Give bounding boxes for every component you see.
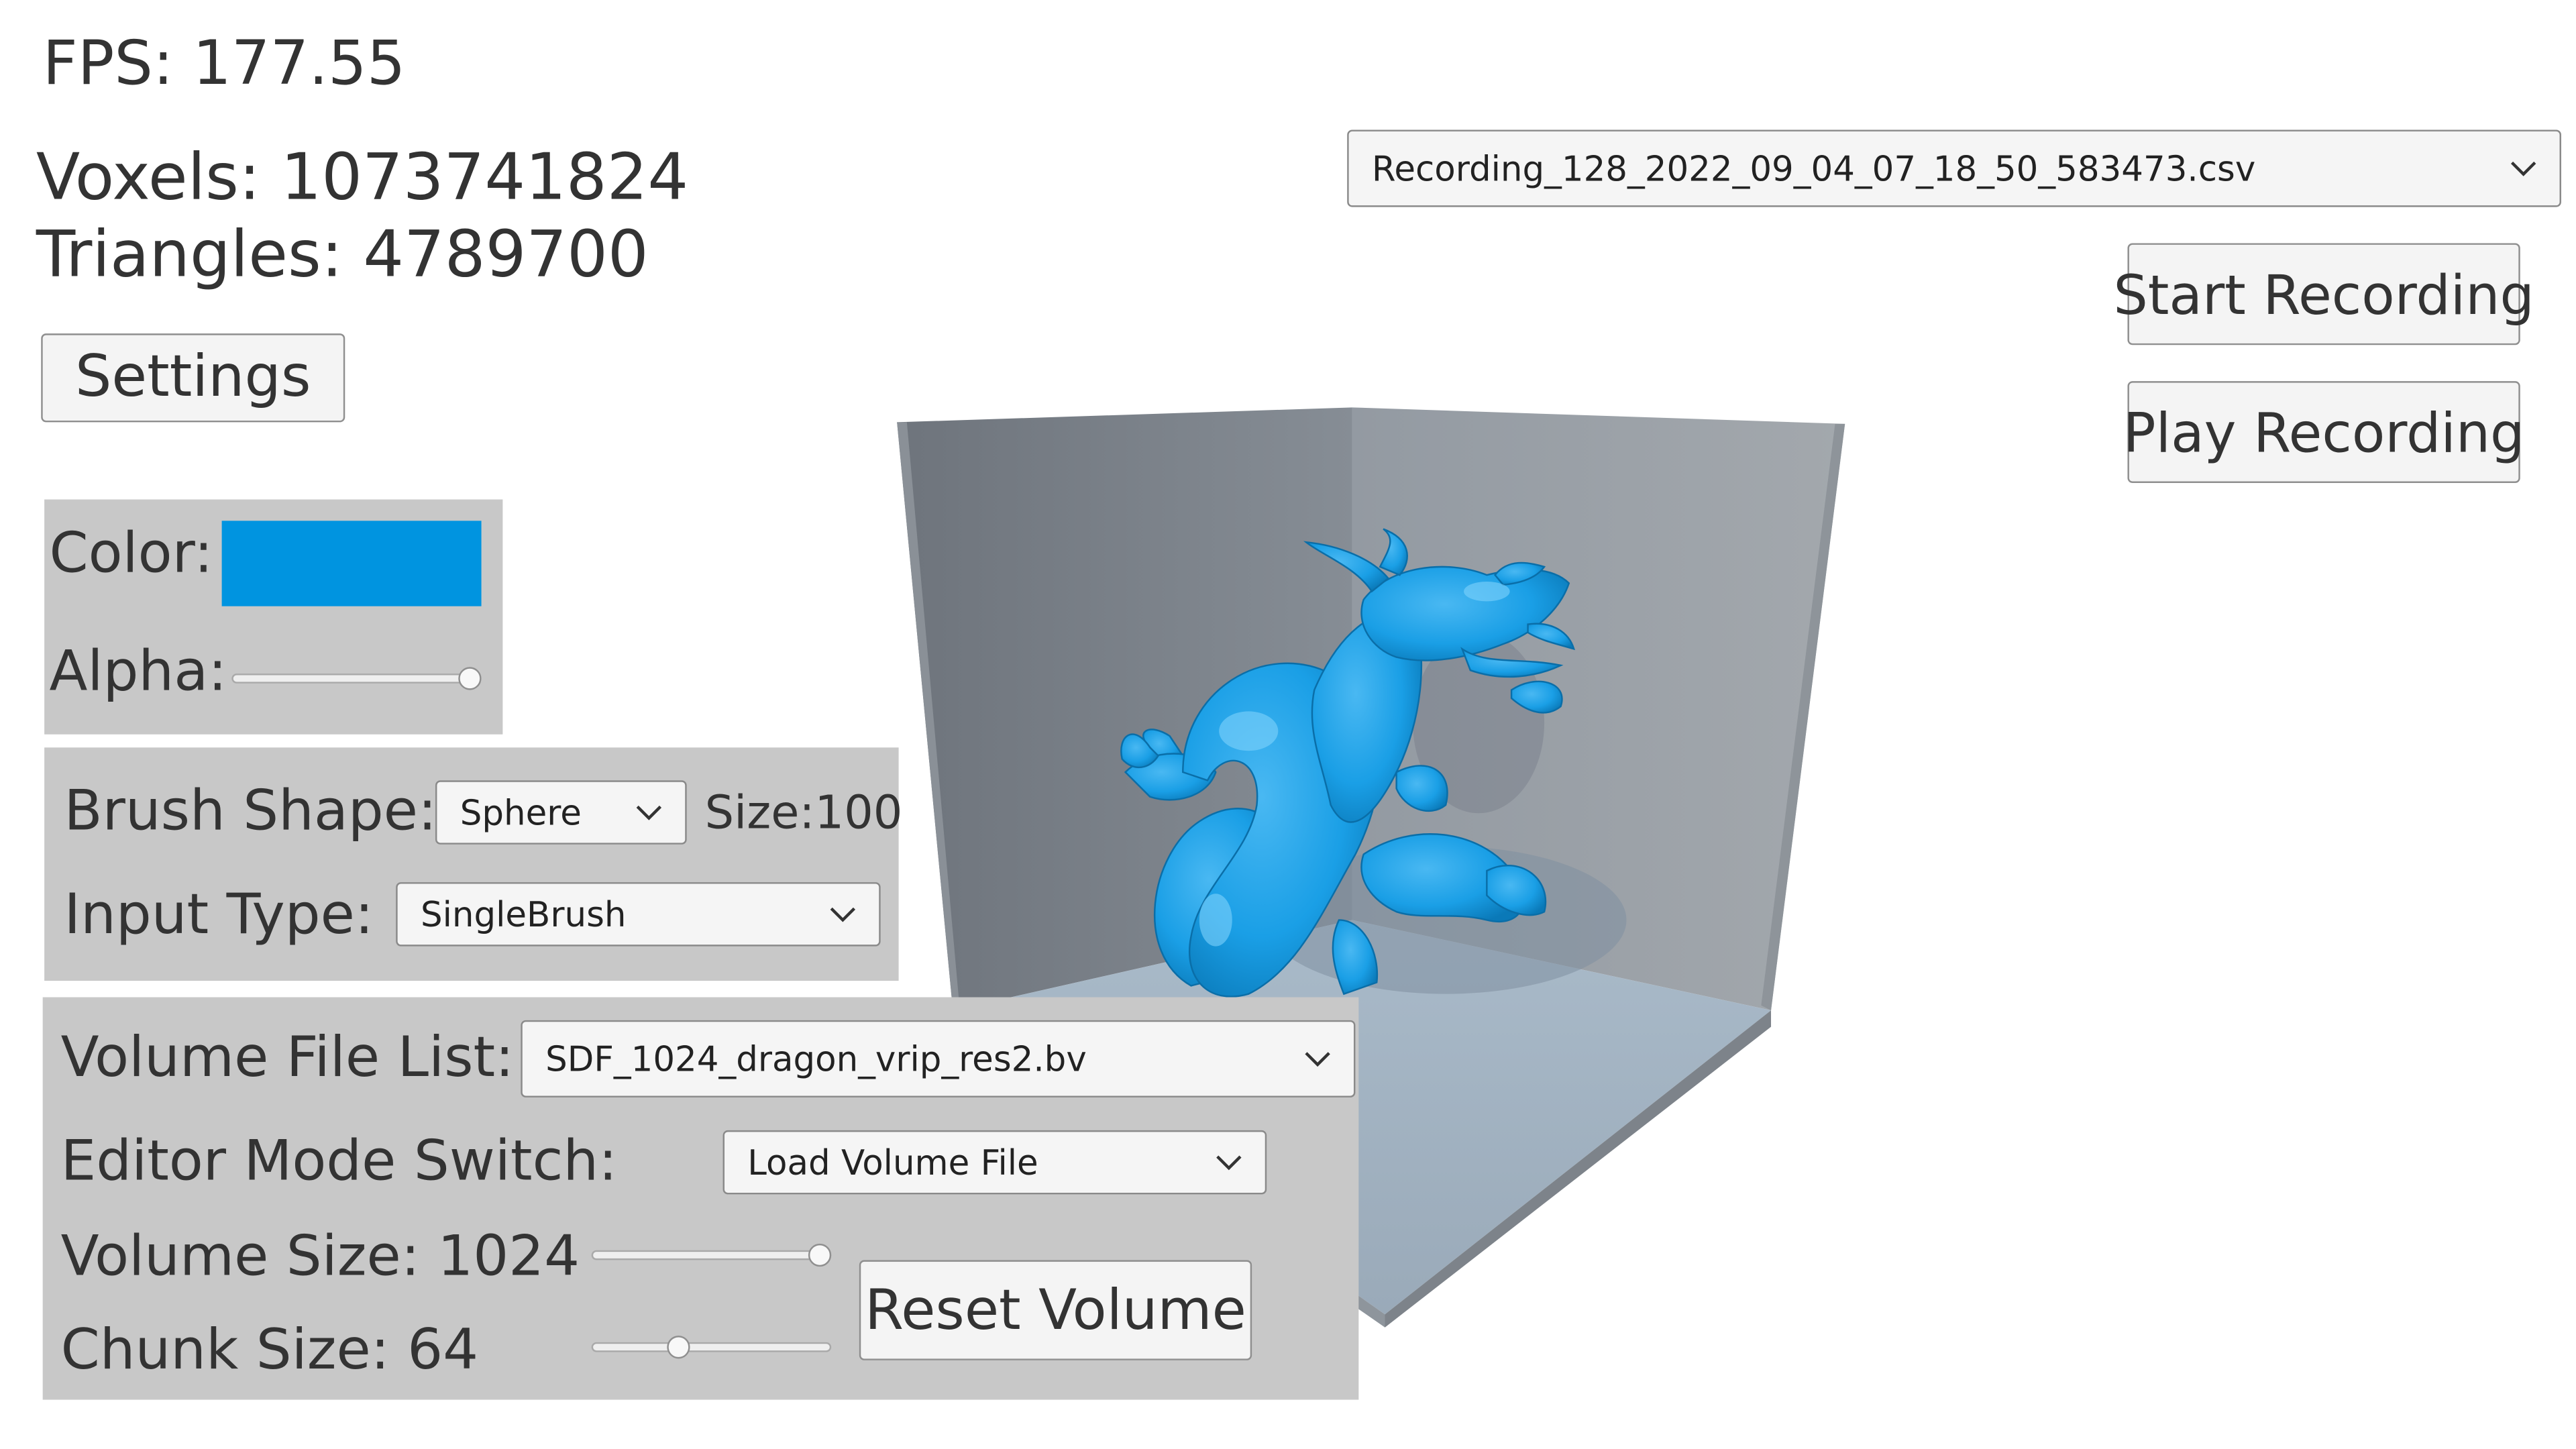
alpha-slider-handle[interactable] [458,667,482,690]
editor-mode-label: Editor Mode Switch: [60,1128,618,1195]
input-type-label: Input Type: [64,882,374,949]
chevron-down-icon [1305,1051,1330,1066]
start-recording-button[interactable]: Start Recording [2113,243,2534,345]
play-recording-button[interactable]: Play Recording [2123,381,2524,484]
voxel-count: Voxels: 1073741824 [36,141,689,215]
volume-file-dropdown[interactable]: SDF_1024_dragon_vrip_res2.bv [521,1020,1356,1097]
chevron-down-icon [2510,160,2536,176]
brush-shape-dropdown[interactable]: Sphere [435,780,687,845]
triangle-count: Triangles: 4789700 [36,218,649,292]
brush-size-label: Size:100 [704,785,903,840]
volume-size-label: Volume Size: 1024 [60,1224,580,1290]
volume-size-slider[interactable] [591,1250,832,1260]
volume-size-slider-handle[interactable] [808,1243,832,1267]
color-label: Color: [49,521,213,587]
brush-shape-selected: Sphere [460,792,582,833]
chevron-down-icon [636,804,662,820]
reset-volume-button[interactable]: Reset Volume [859,1260,1252,1360]
alpha-label: Alpha: [49,639,227,705]
alpha-slider[interactable] [231,674,478,684]
app-window: FPS: 177.55 Voxels: 1073741824 Triangles… [0,0,2576,1426]
volume-file-selected: SDF_1024_dragon_vrip_res2.bv [545,1038,1087,1079]
fps-counter: FPS: 177.55 [42,28,406,99]
chevron-down-icon [1216,1155,1242,1170]
input-type-dropdown[interactable]: SingleBrush [396,882,881,947]
brush-shape-label: Brush Shape: [64,778,437,845]
editor-mode-selected: Load Volume File [747,1142,1038,1183]
recording-file-dropdown[interactable]: Recording_128_2022_09_04_07_18_50_583473… [1347,129,2561,207]
color-swatch[interactable] [221,521,482,606]
volume-file-list-label: Volume File List: [60,1025,515,1091]
chunk-size-slider[interactable] [591,1342,832,1352]
recording-file-selected: Recording_128_2022_09_04_07_18_50_583473… [1371,148,2256,189]
chevron-down-icon [830,906,856,922]
settings-button[interactable]: Settings [41,333,345,423]
chunk-size-label: Chunk Size: 64 [60,1318,479,1384]
editor-mode-dropdown[interactable]: Load Volume File [722,1130,1267,1195]
input-type-selected: SingleBrush [420,894,627,934]
